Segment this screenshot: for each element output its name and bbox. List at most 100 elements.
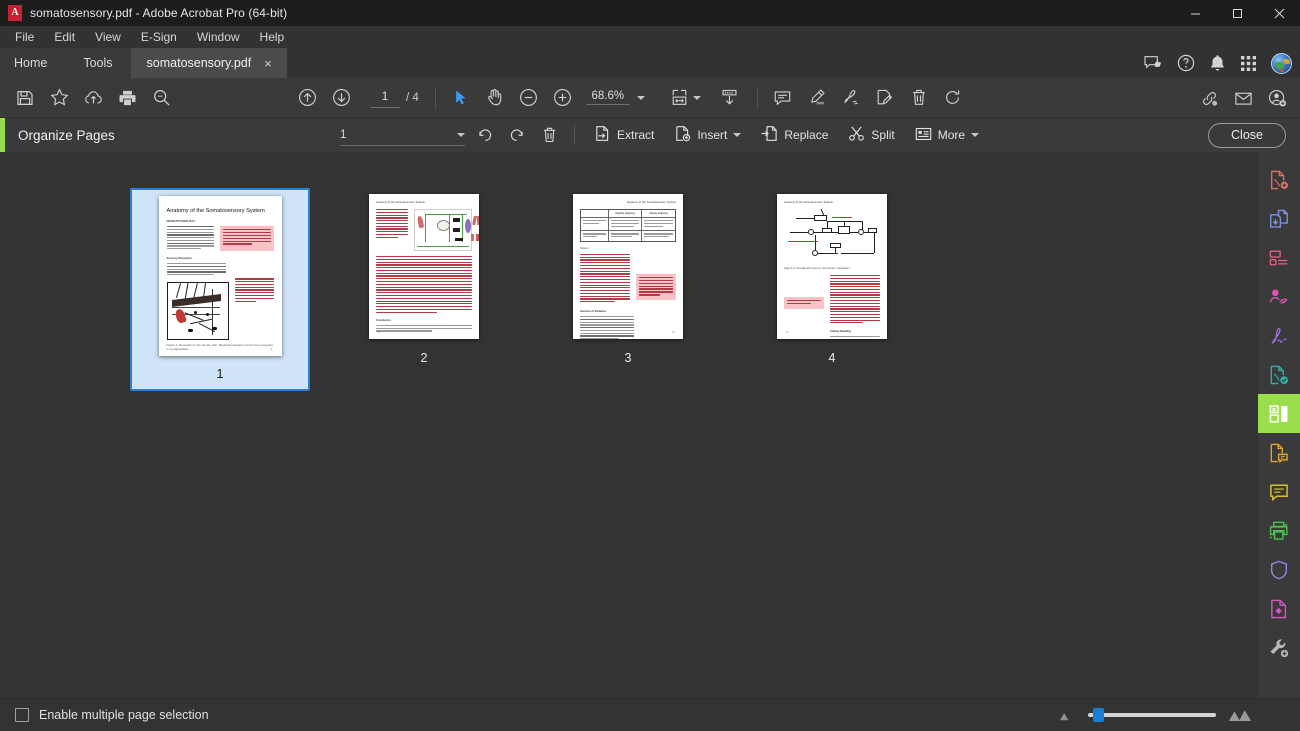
page3-highlight-box xyxy=(636,273,676,301)
page-thumbnail-4[interactable]: Anatomy of the Somatosensory System Figu… xyxy=(742,188,922,373)
zoom-out-icon[interactable] xyxy=(512,81,546,115)
page-thumbnail-2[interactable]: Anatomy of the Somatosensory System Conc… xyxy=(334,188,514,373)
split-label: Split xyxy=(871,128,895,142)
feedback-icon[interactable] xyxy=(1144,55,1163,72)
page-number-input[interactable] xyxy=(370,87,400,108)
share-link-icon[interactable] xyxy=(1192,81,1226,115)
star-icon[interactable] xyxy=(42,81,76,115)
delete-icon[interactable] xyxy=(902,81,936,115)
organize-pages-title: Organize Pages xyxy=(18,127,115,143)
add-user-icon[interactable] xyxy=(1260,81,1294,115)
next-page-icon[interactable] xyxy=(324,81,358,115)
page2-header: Anatomy of the Somatosensory System xyxy=(376,201,426,204)
page1-caption: Figure 1: Receptors in the human skin: M… xyxy=(166,343,273,352)
page3-section: Sources of Variation xyxy=(580,309,606,313)
create-pdf-icon[interactable] xyxy=(1258,160,1300,199)
print-icon[interactable] xyxy=(110,81,144,115)
page4-flow-diagram xyxy=(786,209,878,261)
zoom-level-value[interactable]: 68.6% xyxy=(585,90,630,105)
page-range-select[interactable]: 1 xyxy=(340,124,465,146)
apps-grid-icon[interactable] xyxy=(1240,55,1257,72)
scroll-mode-icon[interactable] xyxy=(713,81,747,115)
user-avatar[interactable] xyxy=(1271,52,1292,74)
window-controls xyxy=(1174,0,1300,26)
thumbnail-size-slider[interactable] xyxy=(1088,708,1216,722)
comment-icon[interactable] xyxy=(766,81,800,115)
more-tools-icon[interactable] xyxy=(1258,628,1300,667)
search-icon[interactable] xyxy=(144,81,178,115)
page4-folio: 4 xyxy=(786,330,788,334)
chevron-down-icon[interactable] xyxy=(971,133,980,137)
extract-button[interactable]: Extract xyxy=(585,121,663,149)
undo-icon[interactable] xyxy=(470,121,500,149)
page4-highlight-box xyxy=(784,297,824,309)
menu-file[interactable]: File xyxy=(6,27,43,47)
delete-pages-icon[interactable] xyxy=(534,121,564,149)
protect-shield-icon[interactable] xyxy=(1258,550,1300,589)
page-thumbnail-3[interactable]: Anatomy of the Somatosensory System Rapi… xyxy=(538,188,718,373)
export-pdf-icon[interactable] xyxy=(1258,277,1300,316)
redo-icon[interactable] xyxy=(502,121,532,149)
help-icon[interactable] xyxy=(1177,54,1195,72)
tools-rail xyxy=(1258,152,1300,698)
fit-page-icon[interactable] xyxy=(663,81,697,115)
organize-pages-icon[interactable] xyxy=(1258,394,1300,433)
combine-files-icon[interactable] xyxy=(1258,199,1300,238)
page4-header: Anatomy of the Somatosensory System xyxy=(784,201,834,204)
minimize-button[interactable] xyxy=(1174,0,1216,26)
menu-help[interactable]: Help xyxy=(251,27,294,47)
redact-icon[interactable] xyxy=(1258,589,1300,628)
sign-icon[interactable] xyxy=(1258,316,1300,355)
title-bar: somatosensory.pdf - Adobe Acrobat Pro (6… xyxy=(0,0,1300,26)
maximize-button[interactable] xyxy=(1216,0,1258,26)
replace-button[interactable]: Replace xyxy=(752,121,837,149)
page-thumbnail-1[interactable]: Anatomy of the Somatosensory System FROM… xyxy=(130,188,310,391)
highlight-icon[interactable] xyxy=(800,81,834,115)
comment-icon[interactable] xyxy=(1258,472,1300,511)
hand-tool-icon[interactable] xyxy=(478,81,512,115)
menu-esign[interactable]: E-Sign xyxy=(132,27,186,47)
page-preview-3: Anatomy of the Somatosensory System Rapi… xyxy=(573,194,683,339)
slider-handle[interactable] xyxy=(1093,708,1104,722)
split-button[interactable]: Split xyxy=(839,121,903,149)
edit-pdf-icon[interactable] xyxy=(1258,238,1300,277)
tab-document[interactable]: somatosensory.pdf × xyxy=(130,48,287,78)
save-icon[interactable] xyxy=(8,81,42,115)
fill-sign-icon[interactable] xyxy=(868,81,902,115)
cloud-upload-icon[interactable] xyxy=(76,81,110,115)
page1-title: Anatomy of the Somatosensory System xyxy=(166,208,265,214)
insert-label: Insert xyxy=(697,128,728,142)
insert-button[interactable]: Insert xyxy=(665,121,750,149)
close-icon[interactable]: × xyxy=(261,55,275,72)
page1-figure-note xyxy=(235,278,274,303)
chevron-down-icon[interactable] xyxy=(636,95,645,100)
chevron-down-icon[interactable] xyxy=(733,133,742,137)
page4-section: Further Reading xyxy=(830,330,851,334)
menu-window[interactable]: Window xyxy=(188,27,249,47)
large-thumbnails-icon[interactable] xyxy=(1228,709,1252,722)
close-window-button[interactable] xyxy=(1258,0,1300,26)
bell-icon[interactable] xyxy=(1209,54,1226,72)
email-icon[interactable] xyxy=(1226,81,1260,115)
zoom-in-icon[interactable] xyxy=(546,81,580,115)
protect-pdf-icon[interactable] xyxy=(1258,355,1300,394)
print-production-icon[interactable] xyxy=(1258,511,1300,550)
enable-multi-select-checkbox[interactable] xyxy=(15,708,29,722)
request-signatures-icon[interactable] xyxy=(1258,433,1300,472)
more-button[interactable]: More xyxy=(906,121,988,149)
menu-view[interactable]: View xyxy=(86,27,130,47)
previous-page-icon[interactable] xyxy=(290,81,324,115)
tab-tools[interactable]: Tools xyxy=(65,48,131,78)
select-tool-icon[interactable] xyxy=(444,81,478,115)
draw-icon[interactable] xyxy=(834,81,868,115)
close-organize-button[interactable]: Close xyxy=(1208,122,1286,148)
page-number-label-1: 1 xyxy=(216,366,224,381)
tab-home[interactable]: Home xyxy=(0,48,66,78)
menu-edit[interactable]: Edit xyxy=(45,27,84,47)
small-thumbnails-icon[interactable] xyxy=(1059,710,1076,721)
chevron-down-icon[interactable] xyxy=(457,132,465,137)
fit-page-chevron-icon[interactable] xyxy=(692,95,701,100)
page2-section: Conclusion xyxy=(376,318,391,322)
rotate-icon[interactable] xyxy=(936,81,970,115)
page2-folio: 2 xyxy=(378,330,380,334)
